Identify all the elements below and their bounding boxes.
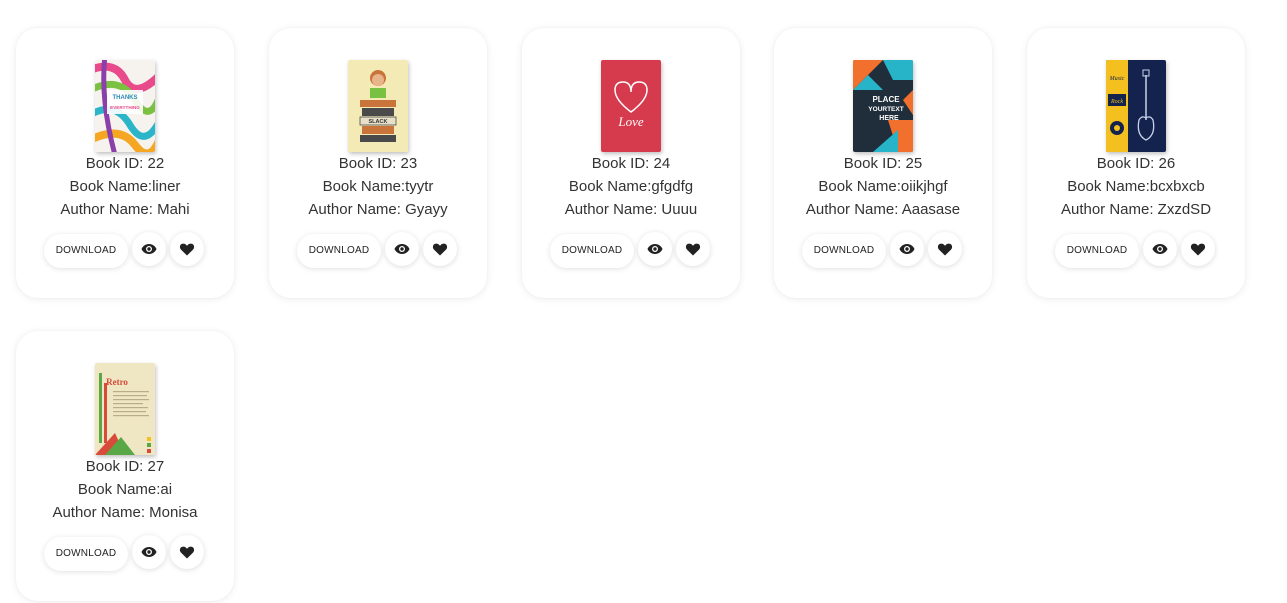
book-cover-image[interactable]: Music Rock	[1106, 60, 1166, 152]
book-cover-image[interactable]: PLACE YOURTEXT HERE	[853, 60, 913, 152]
eye-icon	[141, 547, 157, 557]
book-id-text: Book ID: 25	[843, 155, 923, 172]
author-name-text: Author Name: Mahi	[60, 201, 190, 218]
book-name-text: Book Name:oiikjhgf	[818, 178, 948, 195]
author-name-text: Author Name: ZxzdSD	[1060, 201, 1212, 218]
book-cover-image[interactable]: SLACK	[348, 60, 408, 152]
book-card: THANKS EVERYTHING Book ID: 22 Book Name:…	[16, 28, 234, 298]
svg-text:PLACE: PLACE	[872, 95, 900, 104]
download-button[interactable]: DOWNLOAD	[1055, 234, 1139, 268]
book-id-text: Book ID: 22	[85, 155, 165, 172]
like-button[interactable]	[1181, 232, 1215, 266]
book-cover-image[interactable]: Retro	[95, 363, 155, 455]
eye-icon	[1152, 244, 1168, 254]
author-name-text: Author Name: Monisa	[52, 504, 198, 521]
like-button[interactable]	[676, 232, 710, 266]
like-button[interactable]	[423, 232, 457, 266]
svg-text:Music: Music	[1109, 76, 1125, 82]
svg-text:EVERYTHING: EVERYTHING	[110, 105, 140, 110]
eye-icon	[394, 244, 410, 254]
author-name-text: Author Name: Uuuu	[564, 201, 698, 218]
book-name-text: Book Name:liner	[69, 178, 181, 195]
download-button[interactable]: DOWNLOAD	[44, 537, 128, 571]
book-id-text: Book ID: 23	[338, 155, 418, 172]
heart-icon	[179, 243, 195, 256]
eye-icon	[899, 244, 915, 254]
book-name-text: Book Name:tyytr	[322, 178, 434, 195]
view-button[interactable]	[1143, 232, 1177, 266]
svg-text:YOURTEXT: YOURTEXT	[868, 106, 903, 113]
book-card: SLACK Book ID: 23 Book Name:tyytr Author…	[269, 28, 487, 298]
book-id-text: Book ID: 27	[85, 458, 165, 475]
view-button[interactable]	[385, 232, 419, 266]
download-button[interactable]: DOWNLOAD	[297, 234, 381, 268]
heart-icon	[685, 243, 701, 256]
book-cover-image[interactable]: Love	[601, 60, 661, 152]
book-id-text: Book ID: 26	[1096, 155, 1176, 172]
book-card: Love Book ID: 24 Book Name:gfgdfg Author…	[522, 28, 740, 298]
svg-text:Love: Love	[617, 114, 644, 129]
like-button[interactable]	[170, 232, 204, 266]
svg-text:THANKS: THANKS	[113, 95, 138, 101]
download-button[interactable]: DOWNLOAD	[44, 234, 128, 268]
eye-icon	[141, 244, 157, 254]
heart-icon	[432, 243, 448, 256]
eye-icon	[647, 244, 663, 254]
heart-icon	[179, 546, 195, 559]
book-card: Retro Book ID: 27 Book Name:ai Author Na…	[16, 331, 234, 601]
book-name-text: Book Name:gfgdfg	[568, 178, 694, 195]
book-card: PLACE YOURTEXT HERE Book ID: 25 Book Nam…	[774, 28, 992, 298]
book-card: Music Rock Book ID: 26 Book Name:bcxbxcb…	[1027, 28, 1245, 298]
author-name-text: Author Name: Gyayy	[308, 201, 448, 218]
book-id-text: Book ID: 24	[591, 155, 671, 172]
book-grid: THANKS EVERYTHING Book ID: 22 Book Name:…	[0, 0, 1287, 603]
svg-text:HERE: HERE	[879, 115, 899, 122]
like-button[interactable]	[928, 232, 962, 266]
book-name-text: Book Name:ai	[77, 481, 173, 498]
view-button[interactable]	[132, 535, 166, 569]
svg-text:SLACK: SLACK	[369, 119, 388, 125]
like-button[interactable]	[170, 535, 204, 569]
book-name-text: Book Name:bcxbxcb	[1067, 178, 1205, 195]
view-button[interactable]	[132, 232, 166, 266]
svg-text:Retro: Retro	[106, 377, 128, 387]
book-cover-image[interactable]: THANKS EVERYTHING	[95, 60, 155, 152]
svg-text:Rock: Rock	[1110, 99, 1123, 105]
view-button[interactable]	[890, 232, 924, 266]
download-button[interactable]: DOWNLOAD	[550, 234, 634, 268]
download-button[interactable]: DOWNLOAD	[802, 234, 886, 268]
heart-icon	[937, 243, 953, 256]
view-button[interactable]	[638, 232, 672, 266]
author-name-text: Author Name: Aaasase	[805, 201, 961, 218]
heart-icon	[1190, 243, 1206, 256]
